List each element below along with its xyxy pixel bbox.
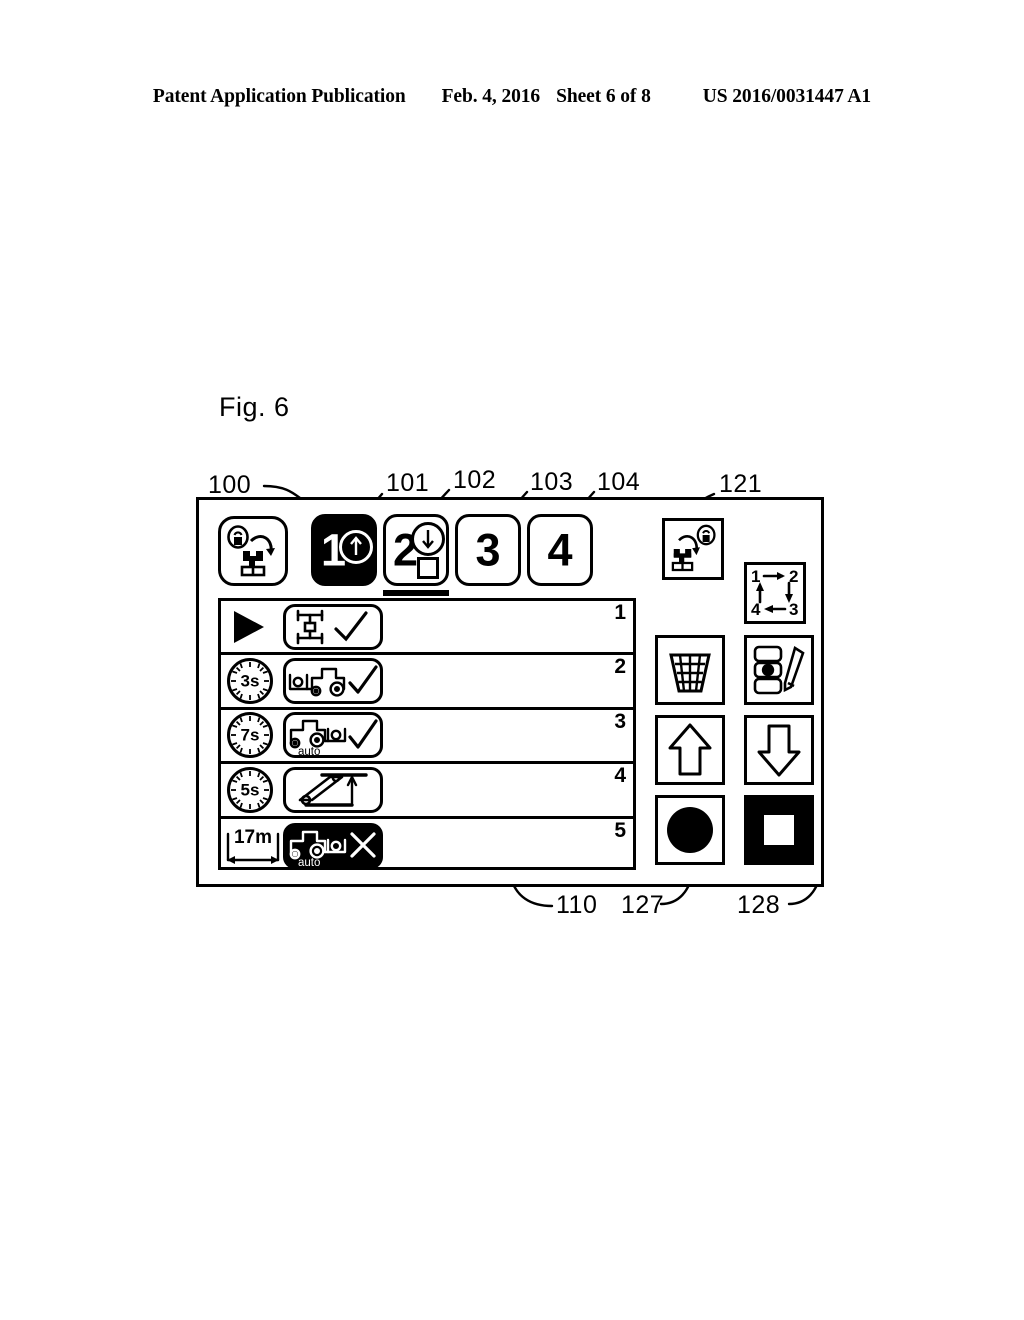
- stop-square-icon: [764, 815, 794, 845]
- ref-label-121: 121: [719, 470, 763, 498]
- ref-label-102: 102: [453, 466, 497, 494]
- tractor-lock-rotate-icon: [671, 524, 716, 572]
- play-triangle-icon: [234, 610, 264, 643]
- step-action-cell[interactable]: [283, 658, 383, 705]
- auto-label: auto: [298, 857, 320, 869]
- ref-label-101: 101: [386, 469, 430, 497]
- step-row[interactable]: 4 5s: [221, 764, 633, 819]
- ref-label-110: 110: [556, 891, 598, 919]
- circle-up-arrow-icon: [339, 530, 373, 564]
- trash-basket-icon: [669, 653, 711, 693]
- clock-icon: 3s: [227, 658, 273, 705]
- publication-label: Patent Application Publication: [152, 86, 406, 107]
- tractor-lock-rotate-icon: [227, 525, 275, 577]
- move-down-button[interactable]: [744, 715, 814, 785]
- record-button[interactable]: [655, 795, 725, 865]
- tab-3[interactable]: 3: [455, 514, 521, 586]
- list-pencil-icon: [753, 645, 805, 695]
- tab-2-underline: [383, 590, 449, 596]
- publication-date: Feb. 4, 2016: [441, 86, 541, 107]
- home-lock-rotate-button[interactable]: [218, 516, 288, 586]
- move-up-button[interactable]: [655, 715, 725, 785]
- ref-label-100: 100: [208, 471, 252, 499]
- arrow-up-icon: [668, 723, 712, 776]
- step-action-cell[interactable]: [283, 603, 383, 650]
- mini-square-icon: [417, 557, 439, 579]
- tab-1[interactable]: 1: [311, 514, 377, 586]
- tab-2[interactable]: 2: [383, 514, 449, 586]
- svg-text:3: 3: [789, 600, 798, 619]
- arrow-down-icon: [757, 724, 801, 777]
- tab-4-label: 4: [547, 524, 573, 576]
- figure-caption: Fig. 6: [219, 392, 290, 422]
- clock-label: 7s: [240, 725, 260, 745]
- display-screen: 1 2 3 4 1 2 3s 3 7s auto 4 5s 5 17m auto…: [196, 497, 824, 887]
- distance-label: 17m: [233, 826, 273, 848]
- patent-number: US 2016/0031447 A1: [702, 86, 872, 107]
- step-row[interactable]: 2 3s: [221, 655, 633, 710]
- home-right-button[interactable]: [662, 518, 724, 580]
- step-row-number: 1: [614, 601, 626, 624]
- step-row[interactable]: 5 17m auto: [221, 819, 633, 873]
- axle-implement-icon: [296, 609, 368, 644]
- distance-arrow-icon: 17m: [224, 828, 282, 868]
- patent-page-header: Patent Application Publication Feb. 4, 2…: [0, 86, 1024, 116]
- step-action-cell[interactable]: auto: [283, 712, 383, 759]
- step-condition-cell[interactable]: 3s: [224, 657, 280, 705]
- cycle-1234-icon: 1 2 3 4: [751, 567, 798, 619]
- edit-button[interactable]: [744, 635, 814, 705]
- tab-3-label: 3: [475, 524, 501, 576]
- clock-icon: 5s: [227, 766, 273, 813]
- cycle-button[interactable]: 1 2 3 4: [744, 562, 806, 624]
- tractor-pull-front-icon: auto: [289, 830, 376, 869]
- step-condition-cell[interactable]: [224, 603, 280, 651]
- step-action-cell[interactable]: [283, 766, 383, 813]
- tractor-pull-front-icon: auto: [289, 719, 378, 758]
- step-row-number: 5: [614, 818, 626, 842]
- stop-button[interactable]: [744, 795, 814, 865]
- step-row[interactable]: 1: [221, 601, 633, 656]
- step-row[interactable]: 3 7s auto: [221, 709, 633, 765]
- clock-label: 5s: [240, 780, 260, 800]
- svg-text:4: 4: [751, 600, 761, 619]
- svg-text:2: 2: [789, 567, 798, 586]
- sheet-label: Sheet 6 of 8: [556, 86, 651, 107]
- ref-label-128: 128: [737, 891, 781, 919]
- clock-label: 3s: [240, 671, 260, 691]
- ref-label-103: 103: [530, 468, 574, 496]
- step-condition-cell[interactable]: 5s: [224, 766, 280, 814]
- delete-button[interactable]: [655, 635, 725, 705]
- filled-circle-icon: [667, 807, 713, 853]
- step-list[interactable]: 1 2 3s 3 7s auto 4 5s 5 17m auto: [218, 598, 636, 870]
- step-condition-cell[interactable]: 17m: [224, 822, 280, 870]
- svg-text:1: 1: [751, 567, 760, 586]
- step-row-number: 4: [614, 764, 626, 788]
- clock-icon: 7s: [227, 712, 273, 759]
- auto-label: auto: [298, 746, 320, 758]
- tab-4[interactable]: 4: [527, 514, 593, 586]
- ref-label-104: 104: [597, 468, 641, 496]
- step-row-number: 3: [614, 709, 626, 733]
- step-row-number: 2: [614, 655, 626, 679]
- ref-label-127: 127: [621, 891, 665, 919]
- circle-down-arrow-icon: [411, 522, 445, 556]
- tractor-pull-rear-icon: [288, 665, 378, 697]
- step-condition-cell[interactable]: 7s: [224, 711, 280, 759]
- top-toolbar: 1 2 3 4: [199, 500, 827, 596]
- lift-arm-raise-icon: [298, 773, 368, 807]
- step-action-cell[interactable]: auto: [283, 822, 383, 869]
